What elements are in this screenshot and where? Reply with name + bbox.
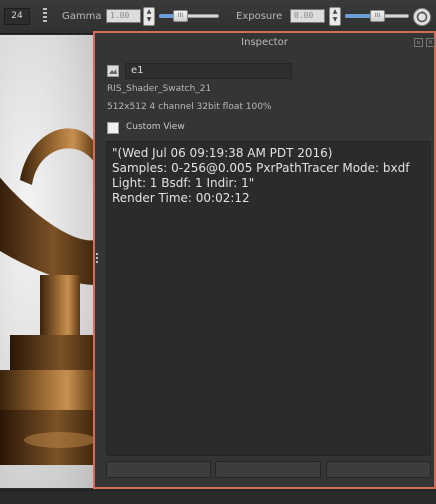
- shader-name: RIS_Shader_Swatch_21: [107, 84, 212, 94]
- panel-resize-handle-icon[interactable]: [96, 253, 99, 267]
- image-name-field[interactable]: e1: [125, 63, 292, 79]
- spin-up-icon[interactable]: ▲: [330, 8, 340, 16]
- info-line: Light: 1 Bsdf: 1 Indir: 1": [112, 176, 255, 190]
- float-icon[interactable]: ▫: [414, 38, 423, 47]
- custom-view-checkbox[interactable]: [107, 122, 119, 134]
- spin-down-icon[interactable]: ▼: [144, 16, 154, 24]
- bottom-button-3[interactable]: [326, 461, 431, 478]
- spin-down-icon[interactable]: ▼: [330, 16, 340, 24]
- image-icon: [107, 65, 119, 77]
- exposure-field[interactable]: 0.00: [290, 9, 325, 23]
- info-line: Samples: 0-256@0.005 PxrPathTracer Mode:…: [112, 161, 410, 175]
- toolbar-grip-icon[interactable]: [42, 8, 48, 26]
- custom-view-label: Custom View: [126, 122, 185, 132]
- exposure-slider-thumb[interactable]: III: [370, 10, 385, 22]
- refresh-icon-glyph: [416, 11, 428, 23]
- image-info: 512x512 4 channel 32bit float 100%: [107, 102, 272, 112]
- gamma-spinner[interactable]: ▲ ▼: [143, 7, 155, 26]
- spin-up-icon[interactable]: ▲: [144, 8, 154, 16]
- trophy-render-image: [0, 128, 96, 465]
- gamma-label: Gamma: [62, 11, 102, 22]
- inspector-panel: Inspector ▫ × e1 RIS_Shader_Swatch_21 51…: [93, 31, 436, 489]
- refresh-icon[interactable]: [413, 8, 431, 26]
- exposure-slider[interactable]: III: [345, 10, 409, 22]
- gamma-field[interactable]: 1.00: [106, 9, 141, 23]
- status-bar: [0, 490, 436, 504]
- bottom-button-2[interactable]: [215, 461, 321, 478]
- gamma-slider-thumb[interactable]: III: [173, 10, 188, 22]
- bottom-button-1[interactable]: [106, 461, 211, 478]
- toolbar: 24 Gamma 1.00 ▲ ▼ III Exposure 0.00 ▲ ▼ …: [0, 0, 436, 34]
- info-line: Render Time: 00:02:12: [112, 191, 250, 205]
- exposure-label: Exposure: [236, 11, 283, 22]
- render-viewport[interactable]: [0, 35, 96, 488]
- close-icon[interactable]: ×: [426, 38, 435, 47]
- exposure-spinner[interactable]: ▲ ▼: [329, 7, 341, 26]
- gamma-slider[interactable]: III: [159, 10, 219, 22]
- info-line: "(Wed Jul 06 09:19:38 AM PDT 2016): [112, 146, 333, 160]
- inspector-title: Inspector: [241, 37, 288, 48]
- render-info-text-area[interactable]: "(Wed Jul 06 09:19:38 AM PDT 2016) Sampl…: [106, 141, 431, 456]
- frame-number-field[interactable]: 24: [4, 8, 30, 25]
